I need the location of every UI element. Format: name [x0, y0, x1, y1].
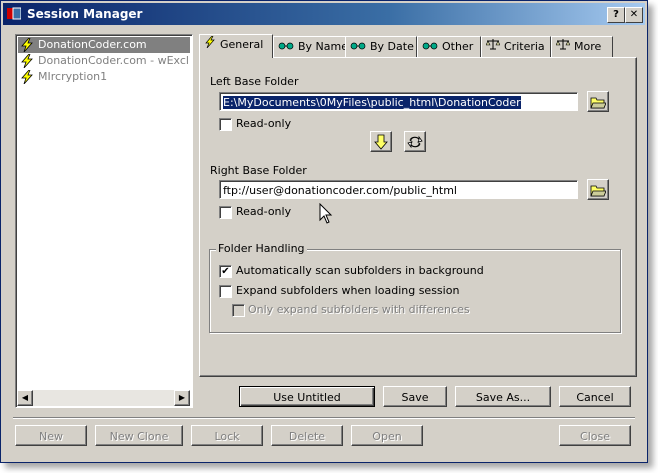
close-window-button[interactable]: ✕ — [625, 7, 643, 23]
only-differences-label: Only expand subfolders with differences — [248, 303, 470, 316]
mouse-cursor-icon — [319, 203, 333, 224]
glasses-icon — [350, 37, 366, 57]
left-base-folder-value: E:\MyDocuments\0MyFiles\public_html\Dona… — [223, 96, 521, 109]
window-title: Session Manager — [27, 7, 143, 21]
tab-strip: General By Name By Date Other Criteria M… — [199, 34, 639, 58]
right-readonly-checkbox[interactable] — [219, 206, 232, 219]
swap-folders-button[interactable] — [404, 131, 426, 152]
lock-button[interactable]: Lock — [191, 425, 263, 446]
new-button[interactable]: New — [15, 425, 87, 446]
auto-scan-label: Automatically scan subfolders in backgro… — [236, 264, 484, 277]
tab-label: More — [574, 40, 602, 53]
left-readonly-label: Read-only — [236, 117, 292, 130]
new-clone-button[interactable]: New Clone — [95, 425, 183, 446]
app-icon — [7, 7, 22, 20]
help-button[interactable]: ? — [607, 7, 625, 23]
glasses-icon — [422, 37, 438, 57]
tab-other[interactable]: Other — [417, 36, 481, 57]
use-untitled-button[interactable]: Use Untitled — [239, 386, 375, 407]
session-manager-window: Session Manager ? ✕ DonationCoder.com Do… — [0, 0, 648, 463]
title-bar[interactable]: Session Manager ? ✕ — [3, 3, 645, 25]
open-button[interactable]: Open — [351, 425, 423, 446]
scroll-left-icon[interactable]: ◀ — [17, 390, 33, 406]
session-item-label: MIrcryption1 — [38, 70, 108, 83]
open-folder-icon — [590, 185, 607, 197]
browse-left-folder-button[interactable] — [587, 91, 609, 112]
left-base-folder-input[interactable]: E:\MyDocuments\0MyFiles\public_html\Dona… — [219, 92, 578, 111]
right-base-folder-input[interactable]: ftp://user@donationcoder.com/public_html — [219, 180, 578, 199]
cancel-button[interactable]: Cancel — [559, 386, 631, 407]
tab-label: Criteria — [504, 40, 545, 53]
expand-subfolders-checkbox[interactable] — [219, 285, 232, 298]
scroll-right-icon[interactable]: ▶ — [174, 390, 190, 406]
lightning-icon — [20, 53, 34, 69]
left-base-folder-label: Left Base Folder — [210, 75, 299, 88]
tab-label: Other — [442, 40, 474, 53]
left-readonly-checkbox[interactable] — [219, 118, 232, 131]
tab-general[interactable]: General — [199, 34, 273, 58]
save-as-button[interactable]: Save As... — [455, 386, 551, 407]
tab-more[interactable]: More — [551, 36, 613, 57]
folder-handling-title: Folder Handling — [216, 242, 307, 255]
glasses-icon — [278, 37, 294, 57]
browse-right-folder-button[interactable] — [587, 179, 609, 200]
copy-down-button[interactable] — [370, 131, 392, 152]
save-button[interactable]: Save — [383, 386, 447, 407]
horizontal-scrollbar[interactable]: ◀ ▶ — [17, 390, 190, 406]
tab-by-name[interactable]: By Name — [273, 36, 348, 57]
lightning-icon — [20, 37, 34, 53]
separator — [13, 417, 635, 419]
tab-label: General — [220, 38, 264, 51]
arrow-down-icon — [374, 134, 388, 150]
lightning-icon — [204, 35, 216, 55]
swap-icon — [407, 135, 423, 149]
right-readonly-label: Read-only — [236, 205, 292, 218]
open-folder-icon — [590, 97, 607, 109]
scales-icon — [555, 37, 571, 57]
session-item-label: DonationCoder.com — [38, 38, 147, 51]
right-base-folder-label: Right Base Folder — [210, 164, 307, 177]
expand-subfolders-label: Expand subfolders when loading session — [236, 284, 460, 297]
session-item[interactable]: MIrcryption1 — [18, 69, 188, 85]
tab-label: By Date — [370, 40, 414, 53]
delete-button[interactable]: Delete — [271, 425, 343, 446]
session-item[interactable]: DonationCoder.com - wExclusion — [18, 53, 188, 69]
lightning-icon — [20, 69, 34, 85]
session-item-label: DonationCoder.com - wExclusion — [38, 54, 188, 67]
session-item[interactable]: DonationCoder.com — [18, 37, 190, 53]
auto-scan-checkbox[interactable]: ✔ — [219, 265, 232, 278]
session-list[interactable]: DonationCoder.com DonationCoder.com - wE… — [15, 34, 193, 408]
tab-by-date[interactable]: By Date — [345, 36, 417, 57]
tab-criteria[interactable]: Criteria — [481, 36, 551, 57]
scales-icon — [485, 37, 501, 57]
only-differences-checkbox — [232, 304, 245, 317]
close-button[interactable]: Close — [559, 425, 631, 446]
tab-label: By Name — [298, 40, 349, 53]
